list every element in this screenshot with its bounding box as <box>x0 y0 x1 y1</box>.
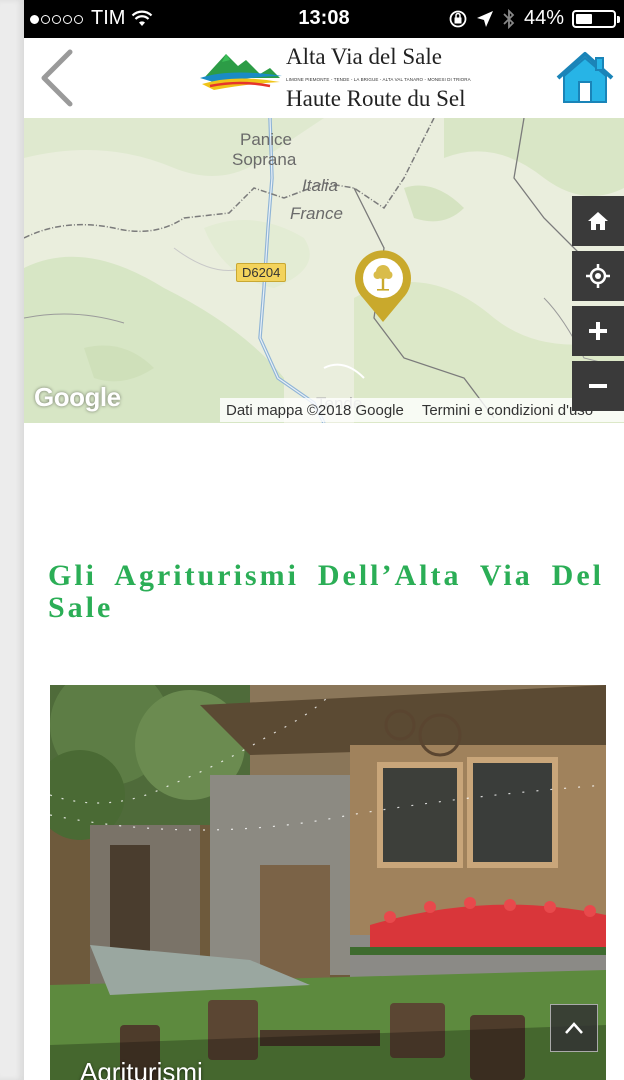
logo-tagline: LIMONE PIEMONTE - TENDE - LA BRIGUE - AL… <box>286 77 471 82</box>
battery-fill <box>576 13 592 24</box>
map-attribution: Dati mappa ©2018 Google <box>226 401 404 419</box>
map-zoom-out-button[interactable] <box>572 361 624 411</box>
map-locate-button[interactable] <box>572 251 624 301</box>
road-badge: D6204 <box>236 263 287 282</box>
map-terrain <box>24 118 624 423</box>
card-photo <box>50 685 606 1080</box>
map[interactable]: Panice Soprana Italia France Tende D6204 <box>24 118 624 423</box>
map-attribution-bar: Dati mappa ©2018 Google Termini e condiz… <box>220 398 624 422</box>
section-title: Gli Agriturismi Dell’Alta Via Del Sale <box>48 559 604 624</box>
bluetooth-icon <box>503 8 515 29</box>
map-pin[interactable] <box>349 244 417 324</box>
chevron-up-icon <box>565 1022 583 1034</box>
back-button[interactable] <box>34 48 84 108</box>
scroll-top-button[interactable] <box>550 1004 598 1052</box>
locate-icon <box>586 264 610 288</box>
map-label-france: France <box>290 204 343 223</box>
status-bar: TIM 13:08 44% <box>24 0 624 38</box>
map-home-button[interactable] <box>572 196 624 246</box>
zoom-out-icon <box>589 384 607 388</box>
logo: Alta Via del Sale LIMONE PIEMONTE - TEND… <box>200 42 471 116</box>
app-screen: TIM 13:08 44% Alta Via del Sale LIMONE P… <box>0 0 624 1080</box>
left-gutter <box>0 0 24 1080</box>
mountain-logo-icon <box>200 54 282 90</box>
logo-subtitle: Haute Route du Sel <box>286 86 466 111</box>
google-logo: Google <box>34 382 121 412</box>
location-arrow-icon <box>476 10 493 27</box>
status-right: 44% <box>448 7 620 30</box>
device-screen: TIM 13:08 44% Alta Via del Sale LIMONE P… <box>24 0 624 1080</box>
chevron-left-icon <box>41 49 73 107</box>
logo-title: Alta Via del Sale <box>286 44 442 69</box>
card-label: Agriturismi <box>80 1057 203 1080</box>
app-header: Alta Via del Sale LIMONE PIEMONTE - TEND… <box>24 38 624 118</box>
home-icon <box>588 212 608 230</box>
battery-icon <box>572 9 620 28</box>
map-label-italia: Italia <box>302 176 338 195</box>
zoom-in-icon <box>589 322 607 340</box>
home-button[interactable] <box>554 50 616 106</box>
battery-percent: 44% <box>523 7 564 29</box>
map-label-panice: Panice <box>240 130 292 149</box>
home-icon <box>556 52 614 103</box>
map-marker-icon <box>355 250 411 322</box>
map-zoom-in-button[interactable] <box>572 306 624 356</box>
agriturismi-card[interactable]: Agriturismi <box>50 685 606 1080</box>
rotation-lock-icon <box>449 10 467 27</box>
map-terms-link[interactable]: Termini e condizioni d'uso <box>422 402 593 419</box>
map-label-soprana: Soprana <box>232 150 297 169</box>
